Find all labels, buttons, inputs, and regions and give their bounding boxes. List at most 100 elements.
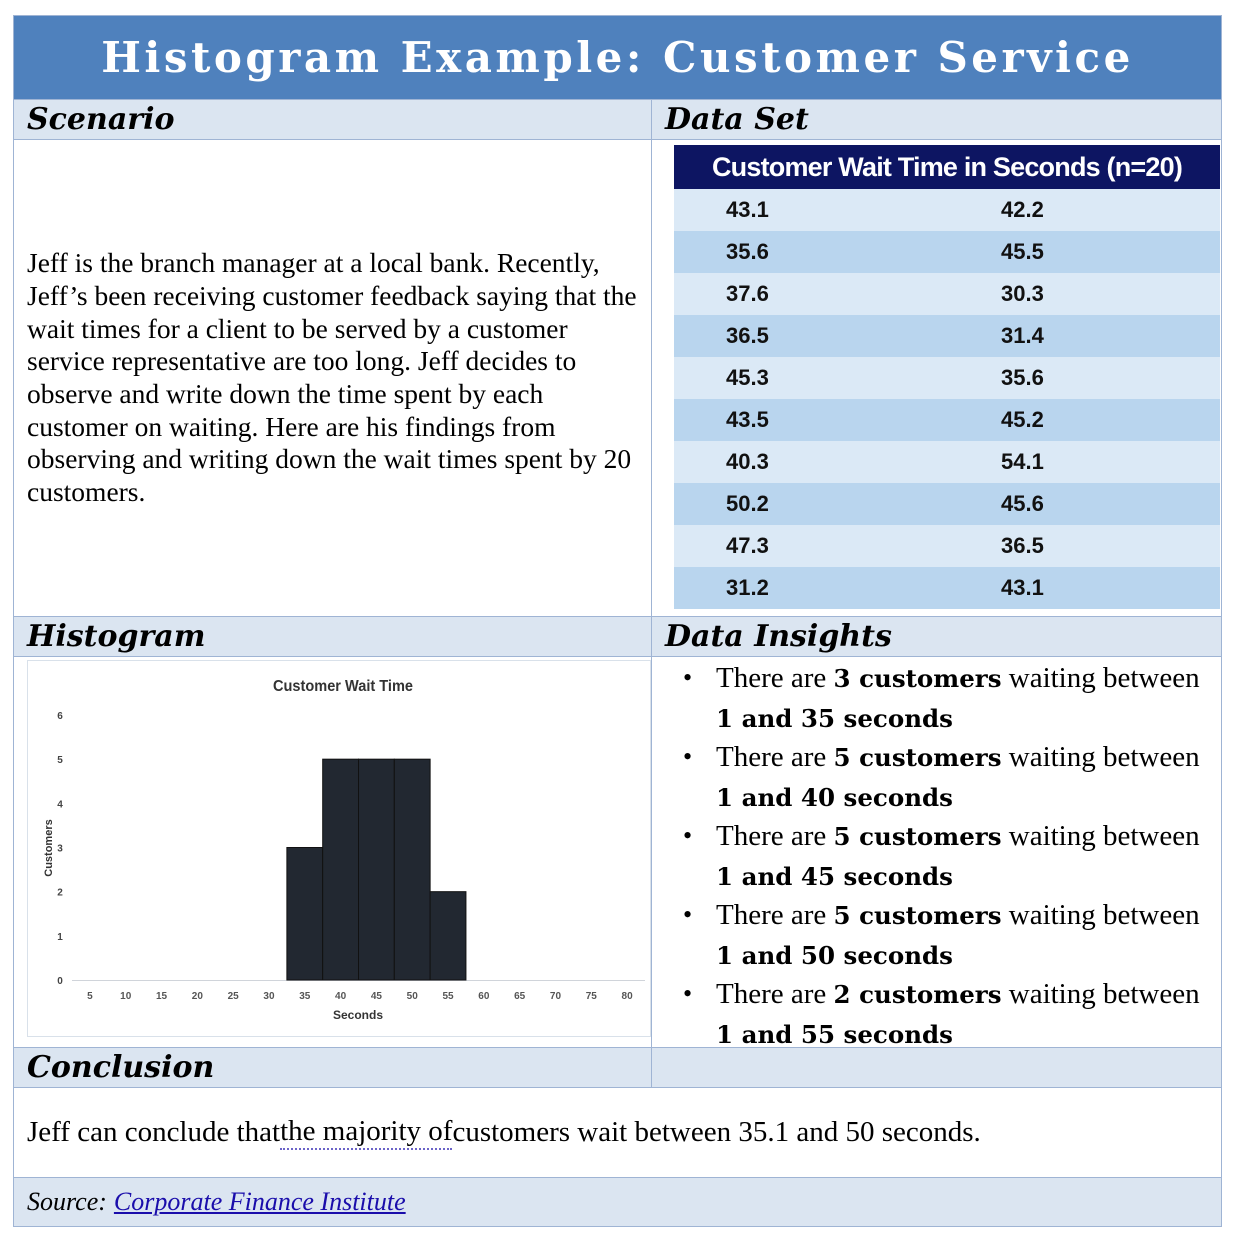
scenario-heading: Scenario (14, 100, 652, 139)
source-row: Source: Corporate Finance Institute (14, 1177, 1221, 1226)
histogram-heading: Histogram (14, 617, 652, 656)
y-tick-label: 2 (57, 888, 63, 899)
insight-mid: waiting between (1001, 820, 1200, 852)
insight-count: 5 customers (833, 822, 1002, 851)
insight-pre: There are (716, 820, 834, 852)
wait-time-col1: 40.3 (674, 441, 1001, 483)
wait-time-table: Customer Wait Time in Seconds (n=20) 43.… (674, 145, 1220, 609)
histogram-bar (429, 891, 467, 981)
x-tick-label: 50 (407, 991, 419, 1002)
table-row: 35.6 45.5 (674, 231, 1220, 273)
y-tick-label: 1 (57, 932, 63, 943)
histogram-bar (393, 758, 431, 981)
histogram-insights-row: Customer Wait Time 0 1 2 3 4 5 6 5 10 15 20 25 30 35 40… (14, 656, 1221, 1049)
wait-time-col1: 43.1 (674, 189, 1001, 231)
histogram-example-sheet: Histogram Example: Customer Service Scen… (13, 15, 1222, 1227)
x-tick-label: 15 (156, 991, 168, 1002)
x-tick-label: 45 (371, 991, 383, 1002)
chart-title: Customer Wait Time (273, 678, 413, 695)
wait-time-col2: 43.1 (1001, 567, 1220, 609)
section-header-row: Scenario Data Set (14, 99, 1221, 139)
insight-count: 3 customers (833, 664, 1002, 693)
table-row: 43.5 45.2 (674, 399, 1220, 441)
x-tick-label: 60 (478, 991, 490, 1002)
wait-time-col1: 37.6 (674, 273, 1001, 315)
source-label: Source: (27, 1187, 107, 1216)
wait-time-table-header: Customer Wait Time in Seconds (n=20) (674, 145, 1220, 189)
y-tick-label: 6 (57, 711, 63, 722)
insight-mid: waiting between (1001, 741, 1200, 773)
insight-count: 5 customers (833, 743, 1002, 772)
table-row: 36.5 31.4 (674, 315, 1220, 357)
histogram-svg: Customer Wait Time01234565 10 15 20 25 30 35 40… (43, 678, 645, 1022)
conclusion-pre: Jeff can conclude that (27, 1116, 281, 1148)
insight-range: 1 and 40 seconds (716, 782, 953, 812)
insight-count: 5 customers (833, 901, 1002, 930)
insight-item: There are 2 customers waiting between 1 … (683, 975, 1221, 1054)
table-row: 40.3 54.1 (674, 441, 1220, 483)
y-tick-label: 4 (57, 799, 63, 810)
dataset-heading: Data Set (652, 100, 1221, 139)
x-axis-label: Seconds (333, 1008, 383, 1022)
wait-time-col2: 45.6 (1001, 483, 1220, 525)
insight-range: 1 and 35 seconds (716, 703, 953, 733)
x-tick-label: 30 (263, 991, 275, 1002)
insight-pre: There are (716, 741, 834, 773)
conclusion-highlight: the majority of (280, 1115, 453, 1150)
wait-time-col2: 31.4 (1001, 315, 1220, 357)
insight-mid: waiting between (1001, 662, 1200, 694)
wait-time-col2: 45.2 (1001, 399, 1220, 441)
wait-time-col2: 45.5 (1001, 231, 1220, 273)
histogram-bar (286, 847, 324, 981)
conclusion-row: Jeff can conclude that the majority of c… (14, 1087, 1221, 1177)
wait-time-col2: 42.2 (1001, 189, 1220, 231)
histogram-bar (358, 758, 395, 981)
x-tick-label: 20 (192, 991, 204, 1002)
insight-count: 2 customers (833, 980, 1002, 1009)
y-axis-label: Customers (43, 819, 55, 876)
insight-mid: waiting between (1001, 978, 1200, 1010)
section-header-row-2: Histogram Data Insights (14, 616, 1221, 656)
table-row: 43.1 42.2 (674, 189, 1220, 231)
conclusion-post: customers wait between 35.1 and 50 secon… (452, 1116, 981, 1148)
insight-item: There are 5 customers waiting between 1 … (683, 896, 1221, 975)
wait-time-col2: 35.6 (1001, 357, 1220, 399)
insights-list: There are 3 customers waiting between 1 … (652, 659, 1221, 1054)
wait-time-col1: 36.5 (674, 315, 1001, 357)
wait-time-col2: 36.5 (1001, 525, 1220, 567)
insight-pre: There are (716, 978, 834, 1010)
conclusion-heading: Conclusion (14, 1048, 652, 1087)
histogram-panel: Customer Wait Time 0 1 2 3 4 5 6 5 10 15 20 25 30 35 40… (14, 657, 652, 1047)
source-line: Source: Corporate Finance Institute (14, 1178, 1221, 1226)
x-tick-label: 25 (228, 991, 240, 1002)
scenario-text: Jeff is the branch manager at a local ba… (27, 247, 637, 508)
insight-pre: There are (716, 899, 834, 931)
insight-range: 1 and 55 seconds (716, 1019, 953, 1049)
insights-panel: There are 3 customers waiting between 1 … (652, 657, 1221, 1049)
dataset-panel: Customer Wait Time in Seconds (n=20) 43.… (652, 140, 1221, 616)
x-tick-label: 65 (514, 991, 526, 1002)
source-link[interactable]: Corporate Finance Institute (114, 1187, 406, 1217)
x-tick-label: 5 (87, 991, 93, 1002)
table-row: 47.3 36.5 (674, 525, 1220, 567)
insight-item: There are 5 customers waiting between 1 … (683, 738, 1221, 817)
insight-pre: There are (716, 662, 834, 694)
wait-time-col1: 45.3 (674, 357, 1001, 399)
x-tick-label: 75 (586, 991, 598, 1002)
insight-range: 1 and 50 seconds (716, 940, 953, 970)
insight-mid: waiting between (1001, 899, 1200, 931)
x-tick-label: 55 (442, 991, 454, 1002)
y-tick-label: 0 (57, 976, 63, 987)
insight-item: There are 5 customers waiting between 1 … (683, 817, 1221, 896)
x-tick-label: 80 (622, 991, 634, 1002)
y-tick-label: 5 (57, 755, 63, 766)
conclusion-text: Jeff can conclude that the majority of c… (14, 1088, 1221, 1177)
x-tick-label: 70 (550, 991, 562, 1002)
wait-time-col1: 50.2 (674, 483, 1001, 525)
wait-time-col1: 31.2 (674, 567, 1001, 609)
insights-heading: Data Insights (652, 617, 1221, 656)
page-title: Histogram Example: Customer Service (14, 16, 1221, 99)
wait-time-col2: 30.3 (1001, 273, 1220, 315)
histogram-chart: Customer Wait Time 0 1 2 3 4 5 6 5 10 15 20 25 30 35 40… (27, 660, 651, 1037)
insight-item: There are 3 customers waiting between 1 … (683, 659, 1221, 738)
